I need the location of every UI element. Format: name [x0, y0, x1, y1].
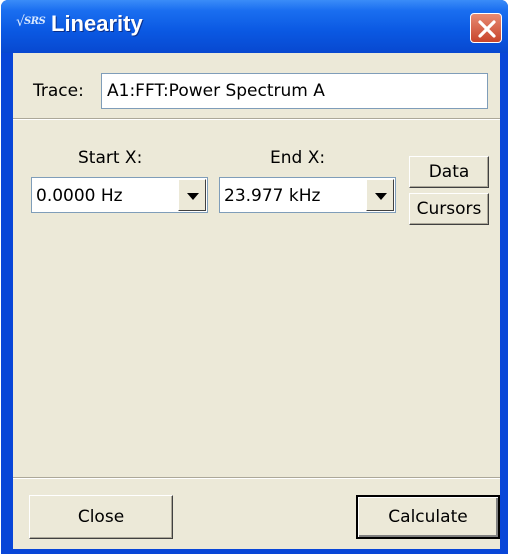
- trace-row: Trace: A1:FFT:Power Spectrum A: [13, 53, 500, 115]
- window-title: Linearity: [51, 11, 143, 36]
- end-x-value: 23.977 kHz: [224, 186, 321, 206]
- calculate-button[interactable]: Calculate: [356, 495, 500, 539]
- trace-label: Trace:: [33, 81, 84, 101]
- chevron-down-icon: [375, 193, 387, 200]
- start-x-dropdown-button[interactable]: [178, 179, 206, 211]
- close-button[interactable]: Close: [29, 495, 173, 539]
- separator-bottom: [13, 477, 500, 479]
- start-x-value: 0.0000 Hz: [36, 186, 123, 206]
- data-button[interactable]: Data: [409, 156, 489, 188]
- srs-logo-icon: √ SRS: [16, 14, 46, 30]
- close-window-button[interactable]: [470, 13, 502, 43]
- close-icon: [478, 20, 496, 38]
- linearity-window: √ SRS Linearity Trace: A1:FFT:Power Spec…: [1, 0, 508, 554]
- dialog-body: Trace: A1:FFT:Power Spectrum A Start X: …: [13, 53, 500, 549]
- chevron-down-icon: [187, 193, 199, 200]
- start-x-label: Start X:: [78, 148, 143, 168]
- end-x-combo[interactable]: 23.977 kHz: [219, 177, 396, 213]
- logo-text: SRS: [24, 16, 46, 27]
- cursors-button[interactable]: Cursors: [409, 193, 489, 225]
- end-x-dropdown-button[interactable]: [366, 179, 394, 211]
- separator-top: [13, 118, 500, 120]
- end-x-label: End X:: [270, 148, 326, 168]
- trace-field[interactable]: A1:FFT:Power Spectrum A: [101, 73, 488, 109]
- title-bar[interactable]: √ SRS Linearity: [1, 0, 508, 53]
- start-x-combo[interactable]: 0.0000 Hz: [31, 177, 208, 213]
